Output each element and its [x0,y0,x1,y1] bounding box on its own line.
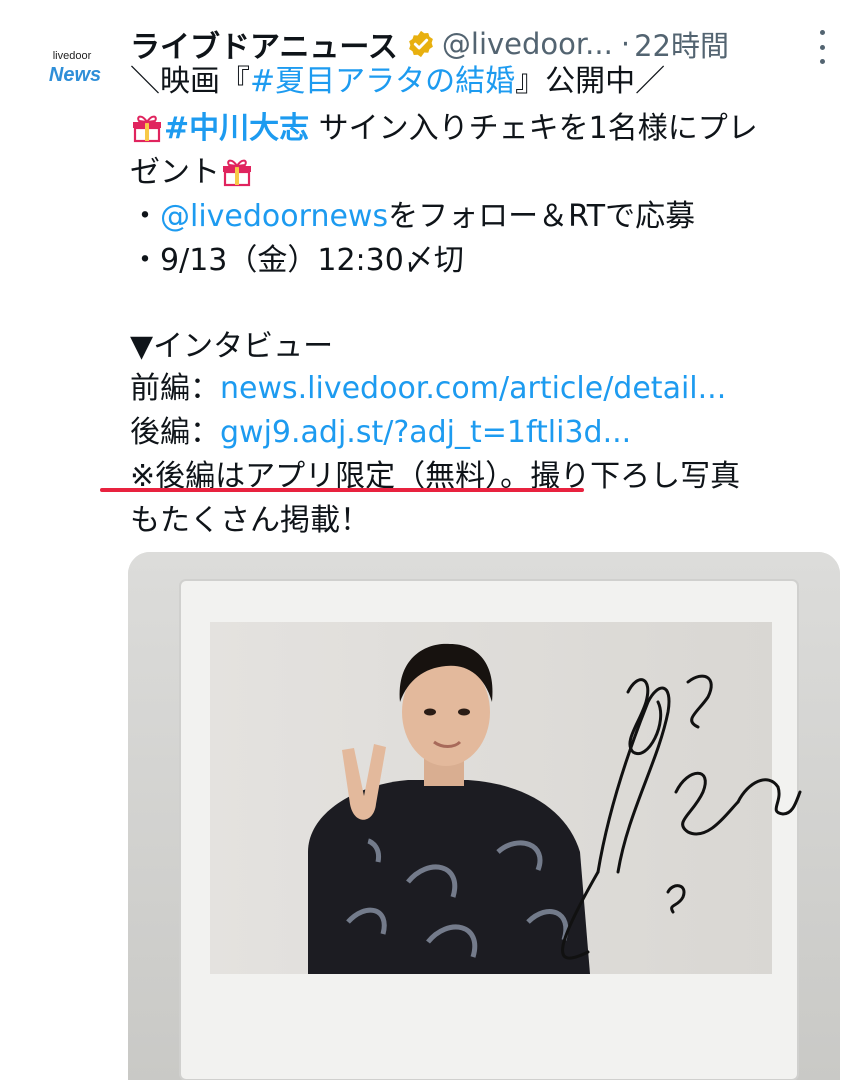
part2-link[interactable]: gwj9.adj.st/?adj_t=1ftli3d... [220,415,631,450]
tweet-line-1: ＼映画『#夏目アラタの結婚』公開中／ [130,60,665,104]
gift-icon [133,115,161,143]
verified-badge-icon [409,30,433,58]
tweet-note-line-1: ※後編はアプリ限定（無料）。撮り下ろし写真 [130,459,741,494]
gift-icon [223,159,251,187]
part2-label: 後編： [130,415,220,450]
text-segment: ゼント [130,155,220,190]
tweet-line-3: ゼント [130,151,254,195]
timestamp[interactable]: 22時間 [634,23,729,65]
tweet-part2: 後編：gwj9.adj.st/?adj_t=1ftli3d... [130,411,631,455]
tweet-bullet-2: ・9/13（金）12:30〆切 [130,243,464,278]
signed-instax-photo-icon [128,552,840,1080]
mention-link[interactable]: @livedoornews [160,199,388,234]
tweet-media-photo[interactable] [128,552,840,1080]
text-segment: ＼映画『 [130,64,250,99]
tweet-part1: 前編：news.livedoor.com/article/detail... [130,367,726,411]
more-options-icon[interactable] [812,30,832,64]
part1-label: 前編： [130,371,220,406]
hashtag-link-natsume[interactable]: #夏目アラタの結婚 [250,64,515,99]
text-segment: をフォロー＆RTで応募 [388,199,696,234]
tweet-note-line-2: もたくさん掲載！ [130,503,370,538]
tweet-line-2: #中川大志 サイン入りチェキを1名様にプレ [130,107,758,151]
part1-link[interactable]: news.livedoor.com/article/detail... [220,371,726,406]
author-handle[interactable]: @livedoor... [442,27,613,61]
text-segment: サイン入りチェキを1名様にプレ [309,111,758,146]
hashtag-link-nakagawa[interactable]: #中川大志 [164,111,309,146]
avatar[interactable]: livedoor News [22,36,118,132]
tweet-bullet-1: ・@livedoornewsをフォロー＆RTで応募 [130,195,695,239]
separator-dot: · [620,27,631,61]
text-segment: ・ [130,199,160,234]
text-segment: 』公開中／ [515,64,666,99]
section-header: ▼インタビュー [130,329,334,364]
avatar-brand-small: livedoor [52,50,92,62]
avatar-brand-news: News [48,64,102,86]
red-underline-annotation [100,488,584,492]
